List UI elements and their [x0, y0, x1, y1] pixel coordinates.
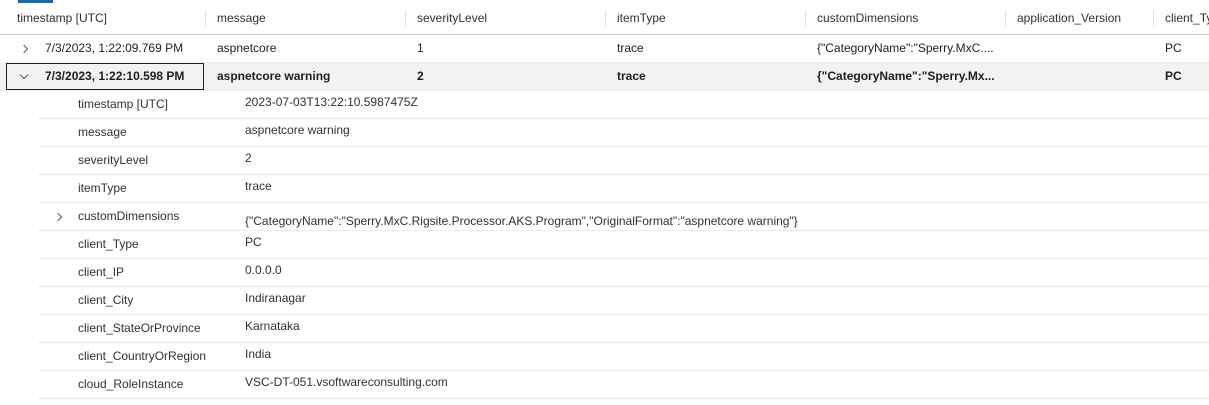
column-header-itemtype[interactable]: itemType [605, 3, 805, 34]
detail-key: cloud_RoleInstance [78, 377, 184, 391]
results-grid: timestamp [UTC] message severityLevel it… [0, 0, 1209, 405]
detail-value: 2 [245, 151, 252, 165]
detail-key: customDimensions [78, 209, 180, 223]
detail-key: severityLevel [78, 153, 149, 167]
column-header-customdimensions[interactable]: customDimensions [805, 3, 1005, 34]
detail-key: client_Type [78, 237, 139, 251]
detail-row: timestamp [UTC] 2023-07-03T13:22:10.5987… [38, 91, 1209, 119]
chevron-down-icon[interactable] [14, 63, 34, 90]
detail-key: client_CountryOrRegion [78, 349, 207, 363]
cell-message: aspnetcore warning [217, 69, 331, 83]
table-row-expanded[interactable]: 7/3/2023, 1:22:10.598 PM aspnetcore warn… [0, 63, 1209, 91]
detail-key: message [78, 125, 127, 139]
table-row[interactable]: 7/3/2023, 1:22:09.769 PM aspnetcore 1 tr… [0, 35, 1209, 63]
detail-row-expandable[interactable]: customDimensions {"CategoryName":"Sperry… [38, 203, 1209, 231]
detail-key: client_City [78, 293, 134, 307]
detail-key: timestamp [UTC] [78, 97, 169, 111]
detail-row: client_Type PC [38, 231, 1209, 259]
detail-value: {"CategoryName":"Sperry.MxC.Rigsite.Proc… [245, 214, 798, 228]
cell-client-type: PC [1165, 69, 1182, 83]
chevron-right-icon[interactable] [48, 203, 68, 230]
cell-severitylevel: 2 [417, 69, 424, 83]
detail-value: Karnataka [245, 319, 300, 333]
cell-itemtype: trace [617, 69, 646, 83]
column-header-message[interactable]: message [205, 3, 405, 34]
detail-row: severityLevel 2 [38, 147, 1209, 175]
grid-header: timestamp [UTC] message severityLevel it… [0, 3, 1209, 35]
detail-value: PC [245, 235, 262, 249]
cell-severitylevel: 1 [417, 41, 424, 55]
column-header-severitylevel[interactable]: severityLevel [405, 3, 605, 34]
detail-row: message aspnetcore warning [38, 119, 1209, 147]
column-header-application-version[interactable]: application_Version [1005, 3, 1153, 34]
cell-timestamp: 7/3/2023, 1:22:09.769 PM [45, 41, 184, 55]
detail-value: aspnetcore warning [245, 123, 350, 137]
column-header-client-type[interactable]: client_Ty [1153, 3, 1209, 34]
column-header-timestamp[interactable]: timestamp [UTC] [0, 3, 205, 34]
cell-itemtype: trace [617, 41, 644, 55]
cell-client-type: PC [1165, 41, 1182, 55]
detail-row: client_CountryOrRegion India [38, 343, 1209, 371]
detail-value: trace [245, 179, 272, 193]
cell-application-version [1005, 35, 1153, 62]
cell-application-version [1005, 63, 1153, 90]
detail-value: Indiranagar [245, 291, 306, 305]
detail-row: client_StateOrProvince Karnataka [38, 315, 1209, 343]
detail-key: client_StateOrProvince [78, 321, 201, 335]
detail-row: client_IP 0.0.0.0 [38, 259, 1209, 287]
detail-value: India [245, 347, 272, 361]
detail-key: itemType [78, 181, 127, 195]
cell-customdimensions: {"CategoryName":"Sperry.MxC.... [817, 41, 994, 55]
detail-value: 0.0.0.0 [245, 263, 282, 277]
detail-key: client_IP [78, 265, 125, 279]
detail-value: VSC-DT-051.vsoftwareconsulting.com [245, 375, 448, 389]
cell-timestamp: 7/3/2023, 1:22:10.598 PM [45, 69, 185, 83]
detail-row: client_City Indiranagar [38, 287, 1209, 315]
cell-customdimensions: {"CategoryName":"Sperry.Mx... [817, 69, 995, 83]
cell-message: aspnetcore [217, 41, 277, 55]
detail-row: cloud_RoleInstance VSC-DT-051.vsoftwarec… [38, 371, 1209, 399]
detail-value: 2023-07-03T13:22:10.5987475Z [245, 95, 418, 109]
chevron-right-icon[interactable] [14, 35, 34, 62]
detail-row: itemType trace [38, 175, 1209, 203]
